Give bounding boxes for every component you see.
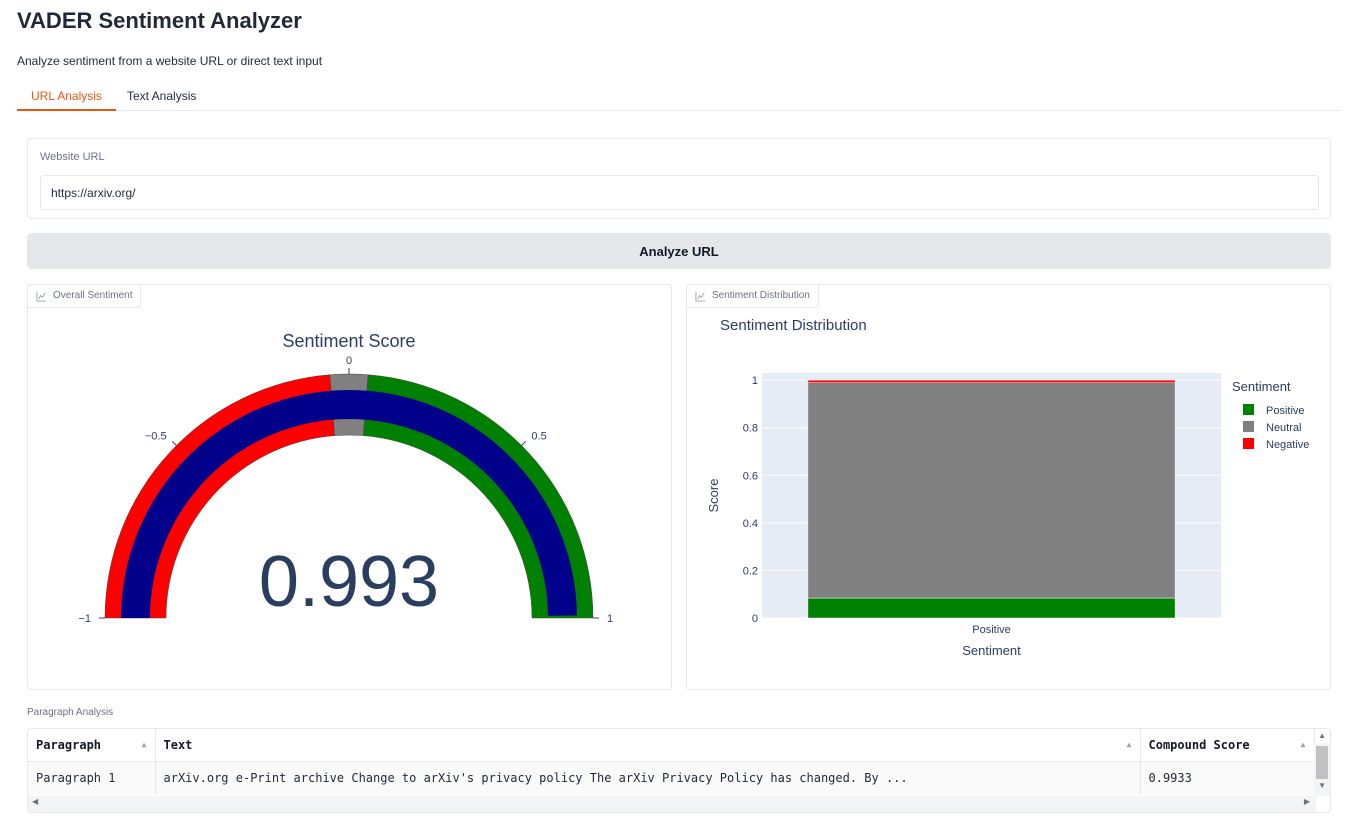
- gauge-tick-label: 1: [607, 613, 613, 625]
- sort-icon[interactable]: ▲: [1301, 740, 1306, 749]
- url-input[interactable]: [40, 175, 1319, 210]
- bar-positive: [807, 597, 1176, 619]
- bar-negative: [807, 379, 1176, 384]
- bar-neutral: [807, 382, 1176, 599]
- scroll-up-icon[interactable]: ▲: [1318, 731, 1326, 740]
- scroll-right-icon[interactable]: ▶: [1304, 797, 1310, 806]
- scrollbar-thumb[interactable]: [1316, 746, 1328, 779]
- horizontal-scrollbar[interactable]: ◀ ▶: [28, 796, 1316, 812]
- legend-label: Positive: [1266, 405, 1305, 417]
- gauge-tick-3: [521, 440, 527, 446]
- table-cell[interactable]: Paragraph 1: [28, 761, 156, 795]
- sentiment-distribution-panel: Sentiment Distribution Sentiment Distrib…: [686, 284, 1331, 690]
- sentiment-distribution-label: Sentiment Distribution: [687, 285, 819, 308]
- scroll-down-icon[interactable]: ▼: [1318, 781, 1326, 790]
- table-row[interactable]: Paragraph 1 arXiv.org e-Print archive Ch…: [28, 761, 1315, 795]
- url-input-group: Website URL: [27, 138, 1331, 219]
- gauge-tick-label: −1: [78, 613, 91, 625]
- y-tick-label: 0: [752, 613, 758, 625]
- legend-swatch-negative: [1243, 438, 1254, 449]
- gauge-title: Sentiment Score: [282, 331, 415, 351]
- overall-sentiment-label-text: Overall Sentiment: [53, 290, 133, 301]
- overall-sentiment-panel: Overall Sentiment Sentiment Score −1 −0.5 0…: [27, 284, 672, 690]
- vertical-scrollbar[interactable]: ▲ ▼: [1314, 731, 1330, 796]
- tab-bar: URL Analysis Text Analysis: [17, 82, 1340, 111]
- tab-text-analysis[interactable]: Text Analysis: [113, 82, 210, 111]
- sentiment-distribution-chart: Sentiment Distribution 0 0.2 0.4 0.6 0.8 1 Posi…: [706, 317, 1309, 658]
- y-tick-label: 0.8: [743, 423, 758, 435]
- legend-label: Negative: [1266, 439, 1309, 451]
- gauge-tick-label: −0.5: [145, 431, 167, 443]
- chart-icon: [36, 291, 47, 302]
- gauge-value-number: 0.993: [259, 542, 439, 622]
- legend-label: Neutral: [1266, 422, 1301, 434]
- y-tick-label: 0.4: [743, 518, 758, 530]
- chart-icon: [695, 291, 706, 302]
- gauge-tick-1: [171, 440, 177, 446]
- analyze-url-button[interactable]: Analyze URL: [27, 233, 1331, 269]
- paragraph-analysis-table: Paragraph ▲ Text ▲ Compound Score ▲ Paragra…: [27, 728, 1331, 813]
- legend-swatch-positive: [1243, 404, 1254, 415]
- url-field-label: Website URL: [40, 151, 105, 163]
- column-header-compound-score[interactable]: Compound Score ▲: [1140, 729, 1315, 762]
- gauge-tick-label: 0: [346, 355, 352, 367]
- scroll-left-icon[interactable]: ◀: [32, 797, 38, 806]
- legend-title: Sentiment: [1232, 379, 1291, 394]
- column-header-text[interactable]: Text ▲: [155, 729, 1141, 762]
- y-tick-label: 1: [752, 375, 758, 387]
- x-tick-label: Positive: [972, 624, 1011, 636]
- sort-icon[interactable]: ▲: [142, 740, 147, 749]
- column-header-paragraph[interactable]: Paragraph ▲: [28, 729, 156, 762]
- tab-url-analysis[interactable]: URL Analysis: [17, 82, 116, 111]
- table-cell[interactable]: 0.9933: [1140, 761, 1315, 795]
- y-tick-label: 0.6: [743, 470, 758, 482]
- sentiment-distribution-label-text: Sentiment Distribution: [712, 290, 810, 301]
- paragraph-analysis-label: Paragraph Analysis: [27, 707, 114, 718]
- column-header-label: Compound Score: [1148, 737, 1250, 752]
- y-axis-label: Score: [706, 479, 721, 513]
- column-header-label: Text: [163, 737, 193, 752]
- table-cell[interactable]: arXiv.org e-Print archive Change to arXi…: [155, 761, 1141, 795]
- app-subtitle: Analyze sentiment from a website URL or …: [17, 54, 323, 68]
- sentiment-gauge-chart: Sentiment Score −1 −0.5 0 0.5 1 0.993: [78, 331, 613, 625]
- legend-swatch-neutral: [1243, 421, 1254, 432]
- overall-sentiment-label: Overall Sentiment: [28, 285, 142, 308]
- gauge-tick-label: 0.5: [531, 431, 546, 443]
- column-header-label: Paragraph: [36, 737, 102, 752]
- app-title: VADER Sentiment Analyzer: [17, 8, 302, 33]
- sort-icon[interactable]: ▲: [1127, 740, 1132, 749]
- chart-title: Sentiment Distribution: [720, 317, 867, 334]
- y-tick-label: 0.2: [743, 565, 758, 577]
- x-axis-label: Sentiment: [962, 643, 1021, 658]
